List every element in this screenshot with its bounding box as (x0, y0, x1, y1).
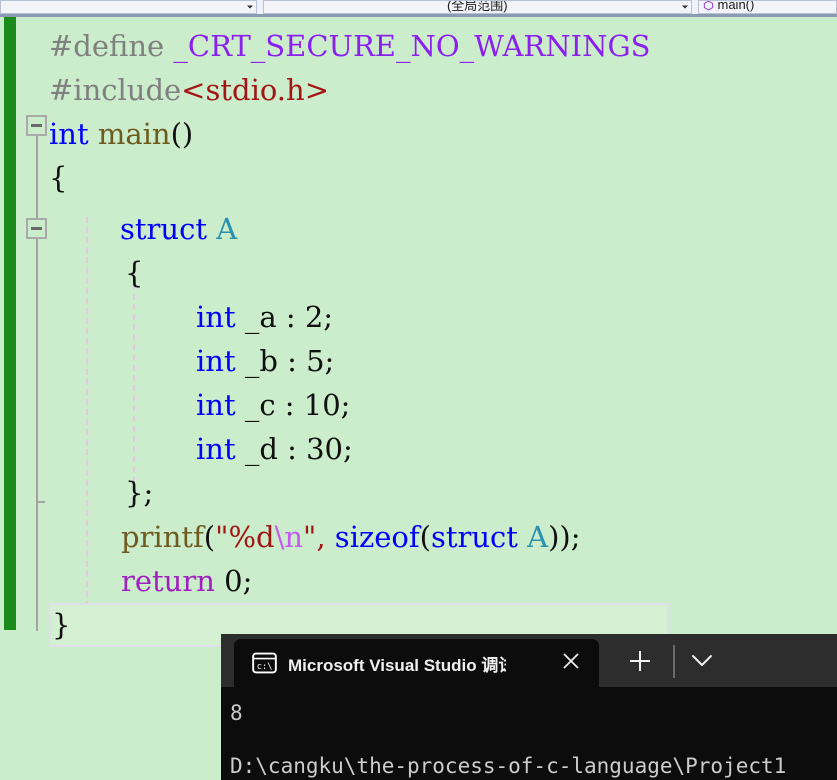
code-line-14[interactable]: } (52, 603, 70, 647)
code-line-1[interactable]: #define _CRT_SECURE_NO_WARNINGS (49, 24, 651, 68)
code-line-8[interactable]: int _b : 5; (196, 339, 334, 383)
token-keyword-return: return (121, 564, 215, 598)
code-line-2[interactable]: #include<stdio.h> (49, 68, 329, 112)
terminal-tab-title: Microsoft Visual Studio 调试控 (288, 655, 506, 675)
token-type-a: A (517, 520, 549, 554)
token-parens: () (170, 117, 194, 151)
navbar-member-combo[interactable]: main() (697, 0, 837, 14)
code-line-10[interactable]: int _d : 30; (196, 427, 353, 471)
code-line-12[interactable]: printf("%d\n", sizeof(struct A)); (121, 515, 581, 559)
token-field-d: _d : 30; (235, 432, 353, 466)
code-line-3[interactable]: int main() (49, 112, 193, 156)
terminal-output-value: 8 (230, 701, 243, 725)
token-keyword-int: int (196, 344, 236, 378)
code-line-9[interactable]: int _c : 10; (196, 383, 350, 427)
token-close-parens: )); (548, 520, 581, 554)
terminal-output-area[interactable]: 8 D:\cangku\the-process-of-c-language\Pr… (221, 687, 837, 780)
token-sizeof-paren: ( (419, 520, 431, 554)
token-include-path: <stdio.h> (181, 73, 329, 107)
navigation-bar: (全局范围) main() (0, 0, 837, 17)
svg-text:c:\: c:\ (257, 662, 273, 672)
token-macro-name: _CRT_SECURE_NO_WARNINGS (164, 29, 651, 63)
token-struct-close: }; (125, 476, 154, 510)
collapse-minus-icon-struct[interactable] (26, 218, 47, 239)
terminal-prompt-path: D:\cangku\the-process-of-c-language\Proj… (230, 754, 787, 778)
token-brace-close-main: } (52, 608, 71, 642)
method-icon (703, 1, 714, 11)
token-preprocessor-define: #define (49, 29, 165, 63)
code-line-7[interactable]: int _a : 2; (196, 295, 333, 339)
token-field-a: _a : 2; (235, 300, 334, 334)
token-literal-zero: 0; (214, 564, 253, 598)
indent-guide-level1 (86, 217, 88, 607)
token-keyword-sizeof: sizeof (325, 520, 420, 554)
navbar-member-combo-value: main() (717, 0, 755, 12)
plus-icon[interactable] (627, 648, 653, 674)
code-line-6[interactable]: { (125, 251, 143, 295)
terminal-window[interactable]: c:\ Microsoft Visual Studio 调试控 8 D:\can… (221, 634, 837, 780)
token-string-close: ", (303, 520, 326, 554)
token-brace-open-main: { (49, 161, 68, 195)
token-function-main: main (88, 117, 171, 151)
chevron-down-icon (681, 5, 688, 9)
token-keyword-struct: struct (430, 520, 518, 554)
token-keyword-int: int (196, 432, 236, 466)
fold-rule-main (36, 136, 38, 218)
token-escape-newline: \n (274, 520, 304, 554)
change-indicator-bar (4, 17, 16, 630)
fold-end-marker (36, 501, 45, 503)
token-preprocessor-include: #include (49, 73, 182, 107)
token-keyword-int: int (49, 117, 89, 151)
chevron-down-icon (247, 5, 254, 9)
token-type-a: A (206, 212, 238, 246)
token-field-c: _c : 10; (235, 388, 351, 422)
code-line-13[interactable]: return 0; (121, 559, 252, 603)
token-keyword-struct: struct (120, 212, 207, 246)
token-brace-open-struct: { (125, 256, 144, 290)
token-paren-open: ( (203, 520, 216, 554)
close-icon[interactable] (559, 649, 583, 673)
fold-rule-struct (36, 239, 38, 631)
token-field-b: _b : 5; (235, 344, 335, 378)
indent-guide-level2 (133, 263, 135, 503)
token-string-format: "%d (215, 520, 275, 554)
code-line-11[interactable]: }; (125, 471, 153, 515)
code-line-4[interactable]: { (49, 156, 67, 200)
cmd-console-icon: c:\ (252, 652, 277, 674)
navbar-scope-combo-value: (全局范围) (446, 0, 508, 13)
terminal-toolbar-separator (673, 645, 675, 678)
token-function-printf: printf (121, 520, 204, 554)
code-line-5[interactable]: struct A (120, 207, 237, 251)
collapse-minus-icon-main[interactable] (26, 115, 47, 136)
chevron-down-icon[interactable] (689, 651, 715, 671)
navbar-scope-combo[interactable]: (全局范围) (263, 0, 692, 14)
terminal-tab[interactable]: c:\ Microsoft Visual Studio 调试控 (234, 639, 599, 687)
navbar-project-combo[interactable] (0, 0, 258, 14)
token-keyword-int: int (196, 388, 236, 422)
token-keyword-int: int (196, 300, 236, 334)
